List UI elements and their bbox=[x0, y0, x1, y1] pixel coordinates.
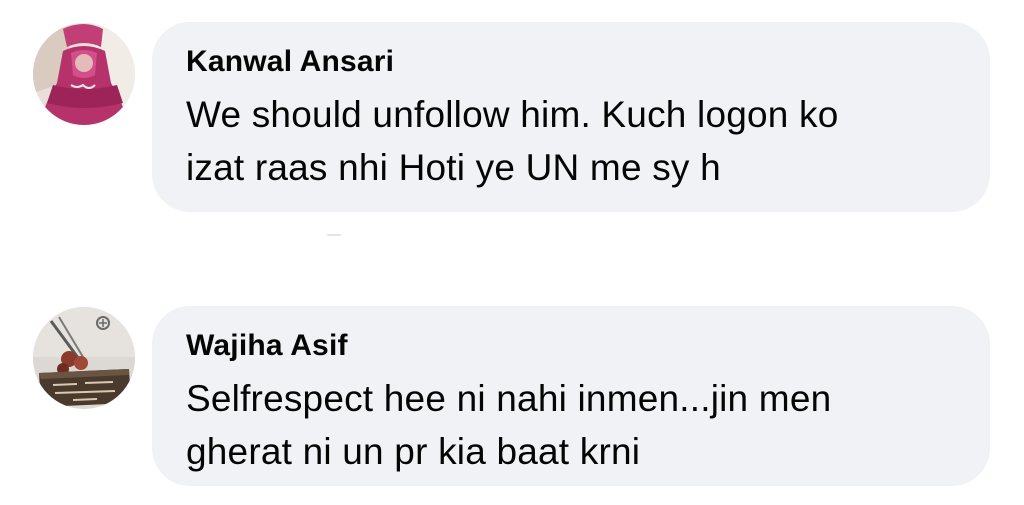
comment-bubble: Wajiha Asif Selfrespect hee ni nahi inme… bbox=[152, 306, 990, 486]
comment-text-line: gherat ni un pr kia baat krni bbox=[186, 431, 641, 472]
divider bbox=[327, 234, 341, 236]
comment-item: Kanwal Ansari We should unfollow him. Ku… bbox=[0, 0, 1024, 240]
comment-bubble: Kanwal Ansari We should unfollow him. Ku… bbox=[152, 22, 990, 212]
comment-text: Selfrespect hee ni nahi inmen...jin men … bbox=[186, 372, 960, 478]
comment-text-line: Selfrespect hee ni nahi inmen...jin men bbox=[186, 378, 832, 419]
comment-text-line: We should unfollow him. Kuch logon ko bbox=[186, 94, 839, 135]
comment-author-name[interactable]: Kanwal Ansari bbox=[186, 44, 960, 80]
avatar[interactable] bbox=[33, 23, 135, 125]
comment-text-line: izat raas nhi Hoti ye UN me sy h bbox=[186, 147, 721, 188]
avatar[interactable] bbox=[33, 307, 135, 409]
woman-in-pink-dress-avatar-icon bbox=[33, 23, 135, 125]
comment-item: Wajiha Asif Selfrespect hee ni nahi inme… bbox=[0, 290, 1024, 505]
comment-text: We should unfollow him. Kuch logon ko iz… bbox=[186, 88, 960, 194]
book-and-flowers-avatar-icon bbox=[33, 307, 135, 409]
comment-author-name[interactable]: Wajiha Asif bbox=[186, 328, 960, 364]
